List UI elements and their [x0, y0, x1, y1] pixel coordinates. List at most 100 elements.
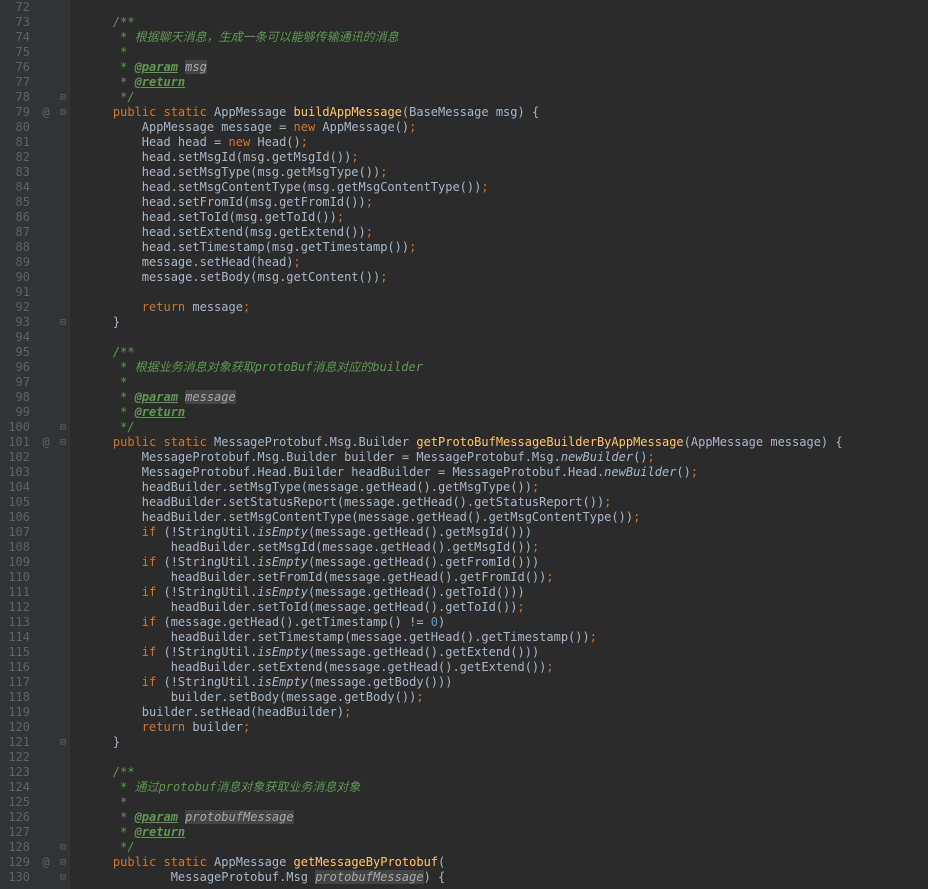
code-line[interactable]: headBuilder.setMsgType(message.getHead()…: [84, 480, 928, 495]
code-line[interactable]: public static AppMessage buildAppMessage…: [84, 105, 928, 120]
token-plain: AppMessage: [207, 855, 294, 869]
code-line[interactable]: headBuilder.setStatusReport(message.getH…: [84, 495, 928, 510]
code-line[interactable]: head.setToId(msg.getToId());: [84, 210, 928, 225]
code-line[interactable]: message.setBody(msg.getContent());: [84, 270, 928, 285]
code-line[interactable]: * 根据业务消息对象获取protoBuf消息对应的builder: [84, 360, 928, 375]
code-line[interactable]: /**: [84, 765, 928, 780]
fold-toggle-icon[interactable]: ⊟: [56, 315, 70, 330]
fold-toggle-icon[interactable]: ⊟: [56, 855, 70, 870]
code-line[interactable]: * @param msg: [84, 60, 928, 75]
code-line[interactable]: }: [84, 315, 928, 330]
fold-column[interactable]: ⊟⊟⊟⊟⊟⊟⊟⊟⊟: [56, 0, 70, 889]
line-number: 127: [0, 825, 30, 840]
fold-toggle-icon: [56, 720, 70, 735]
code-line[interactable]: * @return: [84, 405, 928, 420]
token-plain: builder: [185, 720, 243, 734]
code-line[interactable]: * @return: [84, 75, 928, 90]
code-line[interactable]: return builder;: [84, 720, 928, 735]
code-line[interactable]: Head head = new Head();: [84, 135, 928, 150]
code-line[interactable]: * 根据聊天消息，生成一条可以能够传输通讯的消息: [84, 30, 928, 45]
code-line[interactable]: builder.setBody(message.getBody());: [84, 690, 928, 705]
code-line[interactable]: head.setMsgType(msg.getMsgType());: [84, 165, 928, 180]
code-line[interactable]: public static AppMessage getMessageByPro…: [84, 855, 928, 870]
code-line[interactable]: *: [84, 375, 928, 390]
code-line[interactable]: head.setTimestamp(msg.getTimestamp());: [84, 240, 928, 255]
code-line[interactable]: headBuilder.setMsgId(message.getHead().g…: [84, 540, 928, 555]
token-doc: * 根据聊天消息，生成一条可以能够传输通讯的消息: [84, 30, 399, 44]
code-line[interactable]: if (!StringUtil.isEmpty(message.getHead(…: [84, 525, 928, 540]
token-doc: *: [84, 405, 135, 419]
code-line[interactable]: /**: [84, 345, 928, 360]
code-line[interactable]: AppMessage message = new AppMessage();: [84, 120, 928, 135]
code-line[interactable]: [84, 750, 928, 765]
fold-toggle-icon[interactable]: ⊟: [56, 840, 70, 855]
code-line[interactable]: headBuilder.setMsgContentType(message.ge…: [84, 510, 928, 525]
code-line[interactable]: [84, 285, 928, 300]
fold-toggle-icon[interactable]: ⊟: [56, 735, 70, 750]
line-number: 119: [0, 705, 30, 720]
fold-toggle-icon[interactable]: ⊟: [56, 90, 70, 105]
code-line[interactable]: headBuilder.setToId(message.getHead().ge…: [84, 600, 928, 615]
code-line[interactable]: }: [84, 735, 928, 750]
code-line[interactable]: headBuilder.setTimestamp(message.getHead…: [84, 630, 928, 645]
token-doc: * 通过protobuf消息对象获取业务消息对象: [84, 780, 360, 794]
code-line[interactable]: head.setMsgId(msg.getMsgId());: [84, 150, 928, 165]
code-line[interactable]: MessageProtobuf.Msg.Builder builder = Me…: [84, 450, 928, 465]
fold-toggle-icon[interactable]: ⊟: [56, 870, 70, 885]
fold-toggle-icon[interactable]: ⊟: [56, 105, 70, 120]
code-line[interactable]: /**: [84, 15, 928, 30]
code-line[interactable]: *: [84, 795, 928, 810]
token-plain: [84, 585, 142, 599]
code-line[interactable]: builder.setHead(headBuilder);: [84, 705, 928, 720]
code-editor[interactable]: 7273747576777879808182838485868788899091…: [0, 0, 928, 889]
code-line[interactable]: if (!StringUtil.isEmpty(message.getBody(…: [84, 675, 928, 690]
code-area[interactable]: /** * 根据聊天消息，生成一条可以能够传输通讯的消息 * * @param …: [70, 0, 928, 889]
code-line[interactable]: * 通过protobuf消息对象获取业务消息对象: [84, 780, 928, 795]
fold-toggle-icon: [56, 300, 70, 315]
code-line[interactable]: headBuilder.setExtend(message.getHead().…: [84, 660, 928, 675]
fold-toggle-icon: [56, 345, 70, 360]
code-line[interactable]: * @return: [84, 825, 928, 840]
vcs-change-marker: [36, 300, 56, 315]
code-line[interactable]: if (!StringUtil.isEmpty(message.getHead(…: [84, 585, 928, 600]
fold-toggle-icon: [56, 675, 70, 690]
code-line[interactable]: */: [84, 420, 928, 435]
token-kw: if: [142, 645, 156, 659]
code-line[interactable]: * @param protobufMessage: [84, 810, 928, 825]
code-line[interactable]: message.setHead(head);: [84, 255, 928, 270]
code-line[interactable]: * @param message: [84, 390, 928, 405]
fold-toggle-icon: [56, 330, 70, 345]
code-line[interactable]: headBuilder.setFromId(message.getHead().…: [84, 570, 928, 585]
token-plain: headBuilder.setStatusReport(message.getH…: [84, 495, 604, 509]
code-line[interactable]: [84, 330, 928, 345]
code-line[interactable]: head.setMsgContentType(msg.getMsgContent…: [84, 180, 928, 195]
vcs-change-marker: [36, 510, 56, 525]
vcs-change-marker: [36, 675, 56, 690]
code-line[interactable]: public static MessageProtobuf.Msg.Builde…: [84, 435, 928, 450]
vcs-change-marker: [36, 600, 56, 615]
token-doc: *: [84, 45, 127, 59]
code-line[interactable]: if (!StringUtil.isEmpty(message.getHead(…: [84, 645, 928, 660]
token-kw: if: [142, 555, 156, 569]
code-line[interactable]: [84, 0, 928, 15]
fold-toggle-icon: [56, 195, 70, 210]
code-line[interactable]: *: [84, 45, 928, 60]
code-line[interactable]: if (!StringUtil.isEmpty(message.getHead(…: [84, 555, 928, 570]
vcs-change-marker: [36, 840, 56, 855]
line-number: 98: [0, 390, 30, 405]
code-line[interactable]: MessageProtobuf.Head.Builder headBuilder…: [84, 465, 928, 480]
vcs-change-marker: [36, 720, 56, 735]
line-number: 105: [0, 495, 30, 510]
code-line[interactable]: head.setFromId(msg.getFromId());: [84, 195, 928, 210]
code-line[interactable]: return message;: [84, 300, 928, 315]
code-line[interactable]: if (message.getHead().getTimestamp() != …: [84, 615, 928, 630]
fold-toggle-icon[interactable]: ⊟: [56, 420, 70, 435]
fold-toggle-icon: [56, 225, 70, 240]
line-number-gutter[interactable]: 7273747576777879808182838485868788899091…: [0, 0, 36, 889]
fold-toggle-icon[interactable]: ⊟: [56, 435, 70, 450]
code-line[interactable]: MessageProtobuf.Msg protobufMessage) {: [84, 870, 928, 885]
code-line[interactable]: */: [84, 90, 928, 105]
code-line[interactable]: head.setExtend(msg.getExtend());: [84, 225, 928, 240]
code-line[interactable]: */: [84, 840, 928, 855]
fold-toggle-icon: [56, 660, 70, 675]
